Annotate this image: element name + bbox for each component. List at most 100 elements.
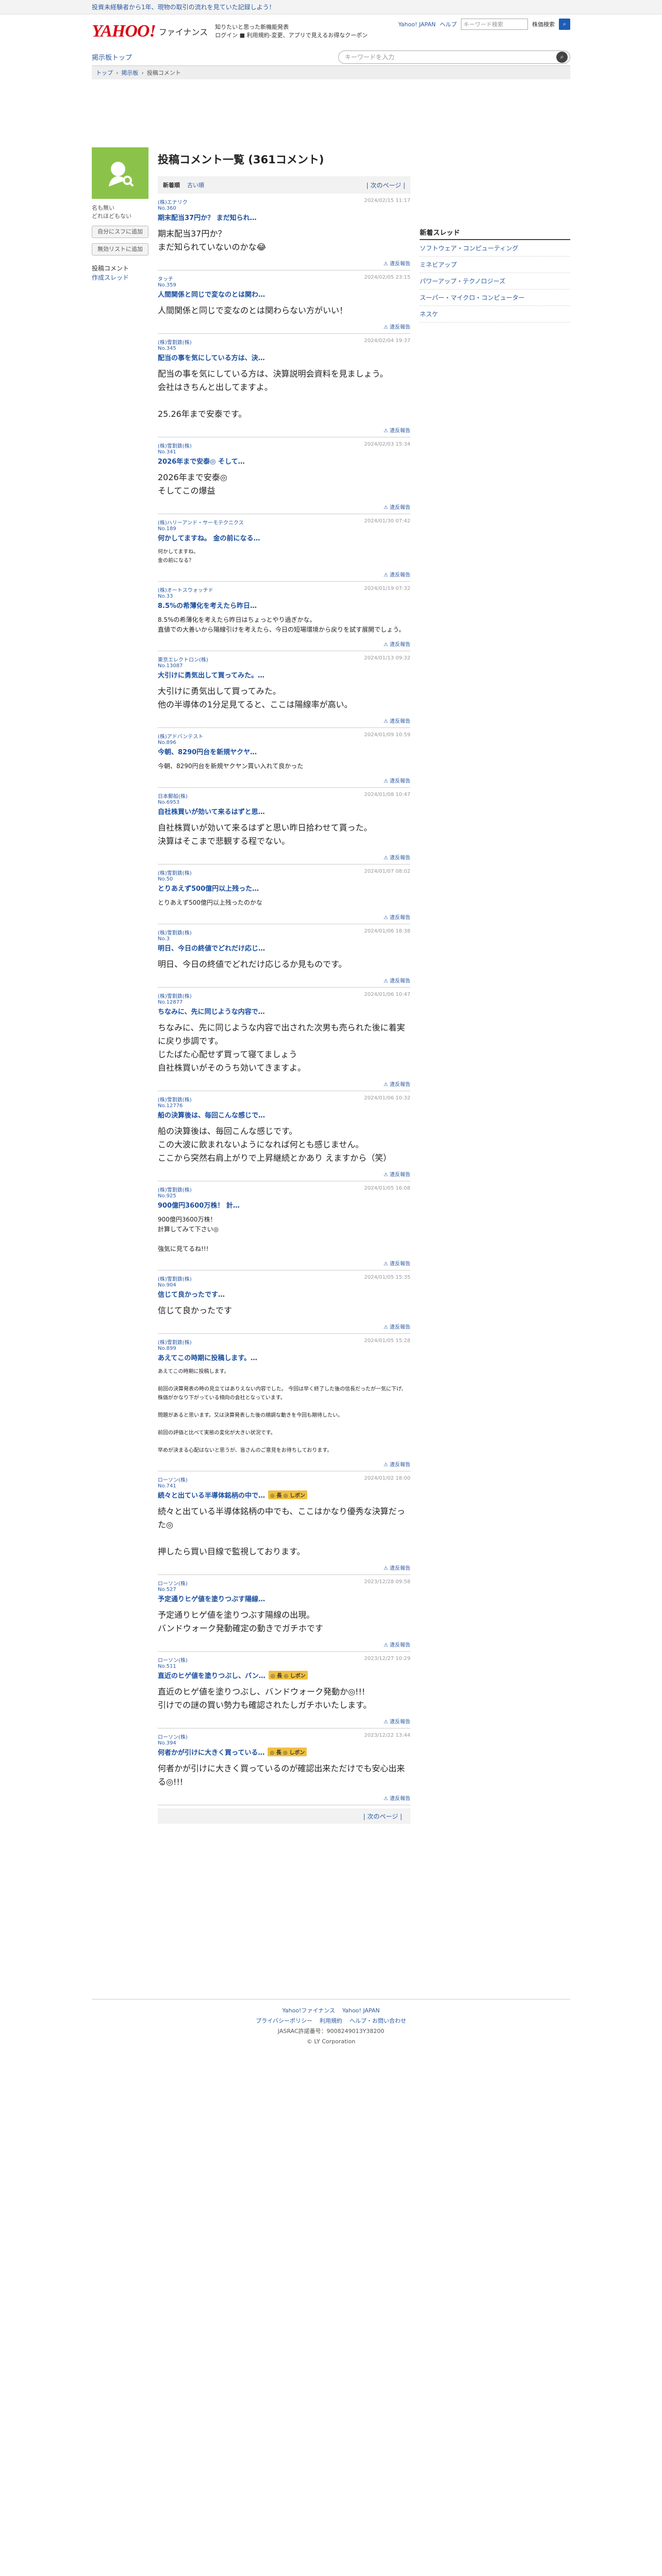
post-title[interactable]: 直近のヒゲ値を塗りつぶし、バン… ◎ 長 ◎ しボン bbox=[158, 1670, 410, 1680]
post-stock-link[interactable]: (株)雪割鉄(株) bbox=[158, 442, 192, 449]
post-title[interactable]: 予定通りヒゲ値を塗りつぶす陽線… bbox=[158, 1594, 410, 1603]
footer-link[interactable]: ヘルプ・お問い合わせ bbox=[350, 2016, 406, 2026]
report-link[interactable]: ⚠ 違反報告 bbox=[158, 1794, 410, 1802]
breadcrumb-separator: › bbox=[116, 69, 119, 76]
post-title[interactable]: 何者かが引けに大きく買っている… ◎ 長 ◎ しボン bbox=[158, 1747, 410, 1757]
report-link[interactable]: ⚠ 違反報告 bbox=[158, 570, 410, 578]
post-stock-link[interactable]: タッチ bbox=[158, 275, 173, 282]
next-page-link[interactable]: | 次のページ | bbox=[363, 1812, 402, 1821]
post: 日本郵船(株) 2024/01/08 10:47 No.6953 自社株買いが効いて来… bbox=[158, 788, 410, 865]
tab-newest[interactable]: 新着順 bbox=[163, 181, 180, 189]
yahoo-logo[interactable]: YAHOO! bbox=[92, 22, 156, 41]
follow-button[interactable]: 自分にスフに追加 bbox=[92, 226, 148, 238]
post-title[interactable]: 配当の事を気にしている方は、決… bbox=[158, 352, 410, 362]
post-stock-link[interactable]: ローソン(株) bbox=[158, 1476, 188, 1483]
post-stock-link[interactable]: (株)雪割鉄(株) bbox=[158, 1338, 192, 1346]
board-search-input[interactable]: キーワードを入力 ⌕ bbox=[338, 50, 570, 64]
thread-link[interactable]: スーパー・マイクロ・コンピューター bbox=[420, 290, 570, 306]
post: (株)雪割鉄(株) 2024/01/06 10:32 No.12776 船の決算後は、… bbox=[158, 1091, 410, 1181]
tab-oldest[interactable]: 古い順 bbox=[187, 181, 204, 189]
report-link[interactable]: ⚠ 違反報告 bbox=[158, 853, 410, 861]
post-stock-link[interactable]: (株)雪割鉄(株) bbox=[158, 1095, 192, 1103]
search-button[interactable]: ⌕ bbox=[559, 19, 570, 30]
search-icon[interactable]: ⌕ bbox=[556, 51, 568, 63]
header-search-input[interactable]: キーワード検索 bbox=[461, 19, 528, 30]
post-stock-link[interactable]: (株)アドバンテスト bbox=[158, 732, 203, 740]
post-stock-link[interactable]: (株)雪割鉄(株) bbox=[158, 928, 192, 936]
report-link[interactable]: ⚠ 違反報告 bbox=[158, 503, 410, 511]
report-link[interactable]: ⚠ 違反報告 bbox=[158, 717, 410, 724]
next-page-link[interactable]: | 次のページ | bbox=[367, 181, 405, 190]
thread-link[interactable]: ミネビアップ bbox=[420, 257, 570, 273]
post-stock-link[interactable]: 東京エレクトロン(株) bbox=[158, 655, 208, 663]
post-stock-link[interactable]: (株)ハリーアンド・サーモテクニクス bbox=[158, 518, 244, 526]
post-stock-link[interactable]: (株)エナリク bbox=[158, 198, 188, 206]
new-threads-title: 新着スレッド bbox=[420, 227, 570, 240]
search-option[interactable]: 株価検索 bbox=[532, 20, 555, 28]
post-meta: (株)アドバンテスト 2024/01/09 10:59 bbox=[158, 732, 410, 740]
post-title[interactable]: ちなみに、先に同じような内容で… bbox=[158, 1006, 410, 1016]
thread-link[interactable]: ソフトウェア・コンピューティング bbox=[420, 240, 570, 257]
report-link[interactable]: ⚠ 違反報告 bbox=[158, 776, 410, 784]
service-name[interactable]: ファイナンス bbox=[159, 25, 208, 38]
footer-link[interactable]: 利用規約 bbox=[320, 2016, 342, 2026]
post-body: 今朝、8290円台を新規ヤクヤン買い入れて良かった bbox=[158, 762, 304, 770]
thread-link[interactable]: パワーアップ・テクノロジーズ bbox=[420, 273, 570, 290]
report-link[interactable]: ⚠ 違反報告 bbox=[158, 1460, 410, 1468]
thread-link[interactable]: ネスケ bbox=[420, 306, 570, 323]
report-link[interactable]: ⚠ 違反報告 bbox=[158, 1259, 410, 1267]
post-title[interactable]: 続々と出ている半導体銘柄の中で… ◎ 長 ◎ しボン bbox=[158, 1490, 410, 1500]
post-title[interactable]: 大引けに勇気出して買ってみた。… bbox=[158, 670, 410, 680]
report-link[interactable]: ⚠ 違反報告 bbox=[158, 426, 410, 434]
report-link[interactable]: ⚠ 違反報告 bbox=[158, 976, 410, 984]
post-title[interactable]: 船の決算後は、毎回こんな感じで… bbox=[158, 1110, 410, 1120]
report-link[interactable]: ⚠ 違反報告 bbox=[158, 259, 410, 267]
post-stock-link[interactable]: ローソン(株) bbox=[158, 1733, 188, 1740]
post-stock-link[interactable]: (株)雪割鉄(株) bbox=[158, 338, 192, 346]
yahoo-japan-link[interactable]: Yahoo! JAPAN bbox=[398, 21, 436, 28]
board-top-link[interactable]: 掲示板トップ bbox=[92, 52, 132, 62]
footer-link[interactable]: プライバシーポリシー bbox=[256, 2016, 312, 2026]
report-link[interactable]: ⚠ 違反報告 bbox=[158, 913, 410, 921]
header-promo-line[interactable]: ログイン ■ 利用規約-変更、アプリで見えるお得なクーポン bbox=[215, 31, 368, 40]
post-title[interactable]: 信じて良かったです… bbox=[158, 1289, 410, 1299]
report-link[interactable]: ⚠ 違反報告 bbox=[158, 1080, 410, 1088]
post-title[interactable]: 何かしてますね。 金の前になる… bbox=[158, 533, 410, 543]
report-link[interactable]: ⚠ 違反報告 bbox=[158, 1564, 410, 1571]
help-link[interactable]: ヘルプ bbox=[440, 20, 457, 28]
post-title[interactable]: 自社株買いが効いて来るはずと思… bbox=[158, 806, 410, 816]
header-promo-line[interactable]: 知りたいと思った新機能発表 bbox=[215, 23, 368, 31]
menu-threads[interactable]: 作成スレッド bbox=[92, 274, 129, 281]
report-link[interactable]: ⚠ 違反報告 bbox=[158, 1717, 410, 1725]
report-icon: ⚠ bbox=[383, 1082, 390, 1088]
report-link[interactable]: ⚠ 違反報告 bbox=[158, 1640, 410, 1648]
block-button[interactable]: 無効リストに追加 bbox=[92, 243, 148, 256]
report-link[interactable]: ⚠ 違反報告 bbox=[158, 323, 410, 330]
footer-link[interactable]: Yahoo! JAPAN bbox=[342, 2006, 380, 2016]
post-stock-link[interactable]: ローソン(株) bbox=[158, 1656, 188, 1664]
post-title[interactable]: とりあえず500億円以上残った… bbox=[158, 883, 410, 893]
report-link[interactable]: ⚠ 違反報告 bbox=[158, 640, 410, 648]
post-title[interactable]: 期末配当37円か？ まだ知られ… bbox=[158, 212, 410, 222]
post-title[interactable]: 今朝、8290円台を新規ヤクヤ… bbox=[158, 747, 410, 756]
post-stock-link[interactable]: (株)雪割鉄(株) bbox=[158, 869, 192, 876]
post-stock-link[interactable]: 日本郵船(株) bbox=[158, 792, 188, 800]
menu-comments[interactable]: 投稿コメント bbox=[92, 264, 148, 273]
promo-text[interactable]: 投資未経験者から1年、現物の取引の流れを見ていた記録しよう！ bbox=[92, 3, 275, 11]
post-title[interactable]: あえてこの時期に投稿します。… bbox=[158, 1352, 410, 1362]
post-stock-link[interactable]: ローソン(株) bbox=[158, 1579, 188, 1587]
breadcrumb-item[interactable]: 掲示板 bbox=[121, 69, 138, 77]
post-title[interactable]: 明日、今日の終値でどれだけ応じ… bbox=[158, 943, 410, 953]
post-stock-link[interactable]: (株)雪割鉄(株) bbox=[158, 1275, 192, 1282]
post-title[interactable]: 8.5%の希薄化を考えたら昨日… bbox=[158, 600, 410, 610]
post-title[interactable]: 2026年まで安泰◎ そして… bbox=[158, 456, 410, 466]
post-stock-link[interactable]: (株)雪割鉄(株) bbox=[158, 992, 192, 999]
report-link[interactable]: ⚠ 違反報告 bbox=[158, 1323, 410, 1330]
post-stock-link[interactable]: (株)オートスウォッチド bbox=[158, 586, 213, 594]
footer-link[interactable]: Yahoo!ファイナンス bbox=[283, 2006, 335, 2016]
breadcrumb-item[interactable]: トップ bbox=[96, 69, 113, 77]
report-link[interactable]: ⚠ 違反報告 bbox=[158, 1170, 410, 1178]
post-stock-link[interactable]: (株)雪割鉄(株) bbox=[158, 1185, 192, 1193]
post-title[interactable]: 人間関係と同じで変なのとは関わ… bbox=[158, 289, 410, 299]
post-title[interactable]: 900億円3600万株！ 計… bbox=[158, 1200, 410, 1210]
